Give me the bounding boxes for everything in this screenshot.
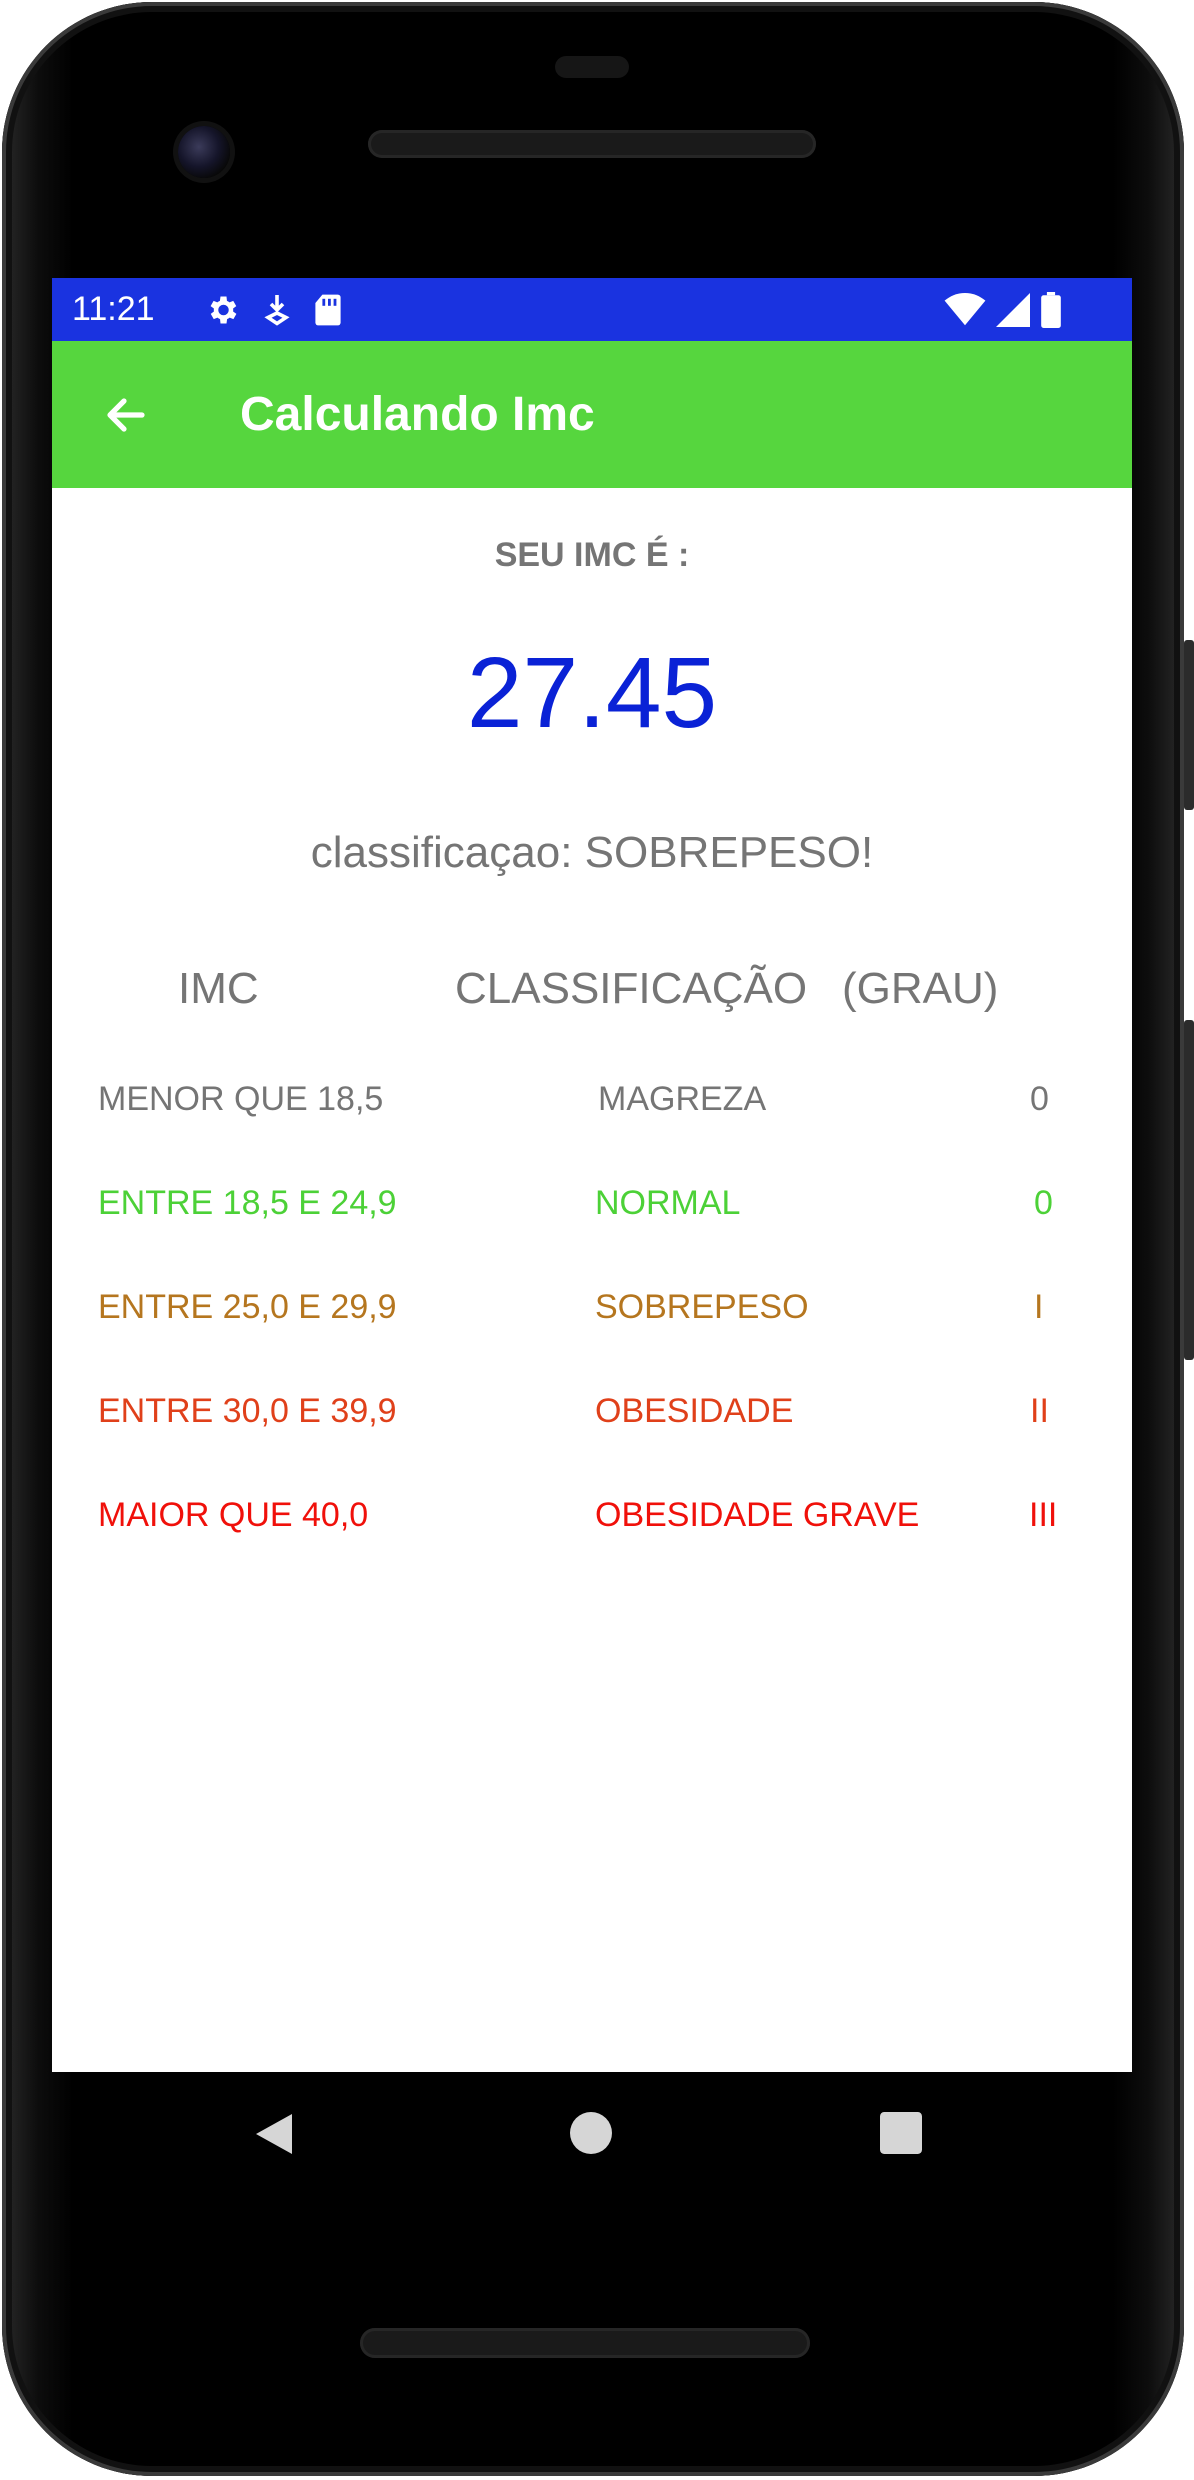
row-range: ENTRE 30,0 E 39,9 xyxy=(98,1392,397,1430)
row-classification: OBESIDADE xyxy=(595,1392,794,1430)
app-bar: Calculando Imc xyxy=(52,341,1132,488)
row-range: ENTRE 18,5 E 24,9 xyxy=(98,1184,397,1222)
volume-button xyxy=(1184,640,1194,810)
row-grade: II xyxy=(1030,1392,1049,1430)
recents-square-icon xyxy=(880,2112,922,2154)
row-grade: 0 xyxy=(1034,1184,1053,1222)
app-title: Calculando Imc xyxy=(240,388,595,441)
table-row: MENOR QUE 18,5 MAGREZA 0 xyxy=(52,1080,1132,1130)
table-row: MAIOR QUE 40,0 OBESIDADE GRAVE III xyxy=(52,1496,1132,1546)
row-range: ENTRE 25,0 E 29,9 xyxy=(98,1288,397,1326)
status-icons-left xyxy=(204,292,342,328)
main-content: SEU IMC É : 27.45 classificaçao: SOBREPE… xyxy=(52,488,1132,2072)
nav-recents-button[interactable] xyxy=(880,2112,922,2159)
navigation-bar xyxy=(0,2072,1194,2202)
phone-device: 11:21 Calculando Imc SEU IMC É: 27.45 c… xyxy=(0,0,1194,2480)
header-classification: CLASSIFICAÇÃO xyxy=(455,964,808,1013)
signal-icon xyxy=(996,292,1030,327)
row-grade: III xyxy=(1029,1496,1058,1534)
home-circle-icon xyxy=(570,2112,612,2154)
nav-back-button[interactable] xyxy=(252,2110,296,2163)
row-range: MAIOR QUE 40,0 xyxy=(98,1496,369,1534)
row-grade: 0 xyxy=(1030,1080,1049,1118)
earpiece-speaker xyxy=(368,130,816,158)
back-triangle-icon xyxy=(256,2114,292,2154)
row-classification: NORMAL xyxy=(595,1184,741,1222)
status-time: 11:21 xyxy=(72,290,155,328)
back-button[interactable] xyxy=(96,385,156,445)
bottom-speaker xyxy=(360,2328,810,2358)
screen: 11:21 Calculando Imc SEU IMC É: 27.45 c… xyxy=(52,278,1132,2072)
header-imc: IMC xyxy=(178,964,259,1013)
imc-label: SEU IMC É : xyxy=(494,536,690,574)
row-range: MENOR QUE 18,5 xyxy=(98,1080,384,1118)
imc-value: 27.45 xyxy=(466,637,718,749)
wifi-icon xyxy=(944,292,986,325)
front-camera xyxy=(178,126,230,178)
row-classification: SOBREPESO xyxy=(595,1288,809,1326)
power-button xyxy=(1184,1020,1194,1360)
table-row: ENTRE 18,5 E 24,9 NORMAL 0 xyxy=(52,1184,1132,1234)
row-classification: MAGREZA xyxy=(598,1080,767,1118)
download-icon xyxy=(264,294,290,326)
status-bar: 11:21 xyxy=(52,278,1132,341)
nav-home-button[interactable] xyxy=(570,2112,612,2159)
sd-card-icon xyxy=(315,294,341,325)
header-grade: (GRAU) xyxy=(842,964,999,1013)
battery-icon xyxy=(1041,291,1061,328)
table-row: ENTRE 30,0 E 39,9 OBESIDADE II xyxy=(52,1392,1132,1442)
row-grade: I xyxy=(1034,1288,1044,1326)
table-header: IMC CLASSIFICAÇÃO (GRAU) xyxy=(52,964,1132,1024)
row-classification: OBESIDADE GRAVE xyxy=(595,1496,920,1534)
table-row: ENTRE 25,0 E 29,9 SOBREPESO I xyxy=(52,1288,1132,1338)
classification-text: classificaçao: SOBREPESO! xyxy=(310,828,874,877)
top-sensor xyxy=(555,56,629,78)
gear-icon xyxy=(210,296,237,323)
status-icons-right xyxy=(944,291,1062,328)
arrow-left-icon xyxy=(107,397,145,432)
